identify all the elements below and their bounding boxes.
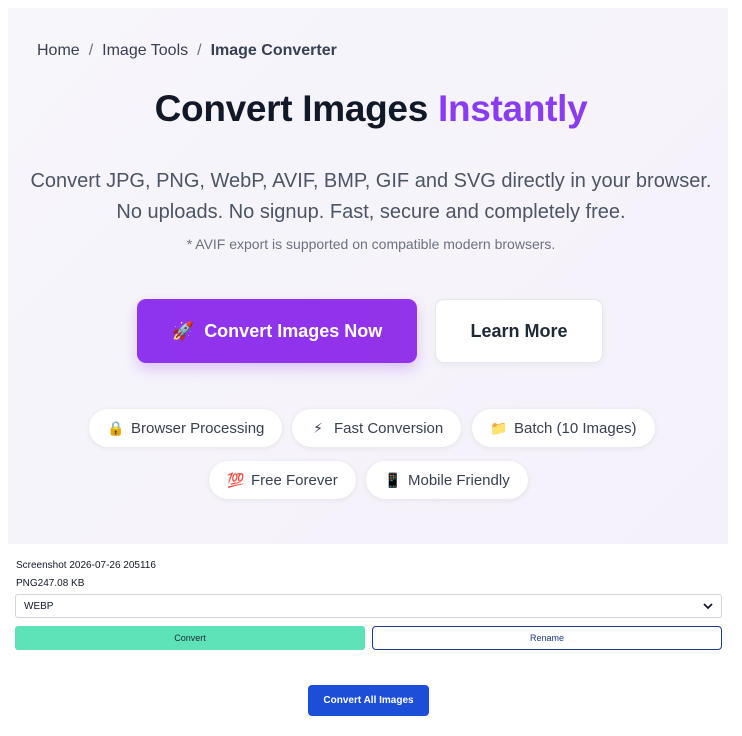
hundred-points-icon: 💯: [227, 471, 245, 488]
lightning-icon: ⚡: [313, 419, 323, 436]
feature-label: Batch (10 Images): [514, 419, 637, 437]
convert-images-now-label: Convert Images Now: [204, 320, 383, 341]
feature-pill-free-forever: 💯 Free Forever: [209, 461, 356, 499]
subtitle-line-2: No uploads. No signup. Fast, secure and …: [116, 201, 626, 223]
title-main: Convert Images: [154, 88, 429, 129]
breadcrumb-separator: /: [88, 42, 94, 59]
avif-note: * AVIF export is supported on compatible…: [186, 236, 556, 252]
breadcrumb-image-tools[interactable]: Image Tools: [102, 42, 188, 60]
convert-all-images-button[interactable]: Convert All Images: [308, 685, 429, 716]
file-name: Screenshot 2026-07-26 205116: [16, 560, 156, 571]
feature-label: Free Forever: [251, 471, 338, 489]
mobile-phone-icon: 📱: [384, 471, 402, 488]
feature-label: Mobile Friendly: [408, 471, 510, 489]
hero-subtitle: Convert JPG, PNG, WebP, AVIF, BMP, GIF a…: [0, 166, 742, 228]
feature-label: Fast Conversion: [334, 419, 444, 437]
feature-pill-batch: 📁 Batch (10 Images): [472, 409, 655, 447]
feature-pill-browser-processing: 🔒 Browser Processing: [89, 409, 283, 447]
format-select-value: WEBP: [24, 600, 54, 612]
lock-icon: 🔒: [107, 419, 125, 436]
page-title: Convert Images Instantly: [0, 88, 742, 130]
format-select[interactable]: WEBP: [15, 594, 722, 618]
breadcrumb-current: Image Converter: [210, 42, 337, 59]
convert-images-now-button[interactable]: 🚀 Convert Images Now: [137, 299, 417, 363]
breadcrumb-home[interactable]: Home: [37, 42, 80, 60]
subtitle-line-1: Convert JPG, PNG, WebP, AVIF, BMP, GIF a…: [30, 170, 712, 192]
file-meta: PNG247.08 KB: [16, 578, 85, 589]
rename-button[interactable]: Rename: [372, 626, 722, 650]
rocket-icon: 🚀: [171, 320, 195, 341]
learn-more-label: Learn More: [470, 320, 568, 341]
title-accent: Instantly: [437, 88, 588, 129]
breadcrumb: Home / Image Tools / Image Converter: [37, 42, 337, 60]
feature-label: Browser Processing: [131, 419, 265, 437]
learn-more-button[interactable]: Learn More: [435, 299, 603, 363]
folder-icon: 📁: [490, 419, 508, 436]
breadcrumb-separator: /: [197, 42, 202, 59]
feature-pill-fast-conversion: ⚡ Fast Conversion: [292, 409, 462, 447]
chevron-down-icon: [703, 599, 713, 613]
convert-button[interactable]: Convert: [15, 626, 365, 650]
feature-pill-mobile-friendly: 📱 Mobile Friendly: [366, 461, 528, 499]
